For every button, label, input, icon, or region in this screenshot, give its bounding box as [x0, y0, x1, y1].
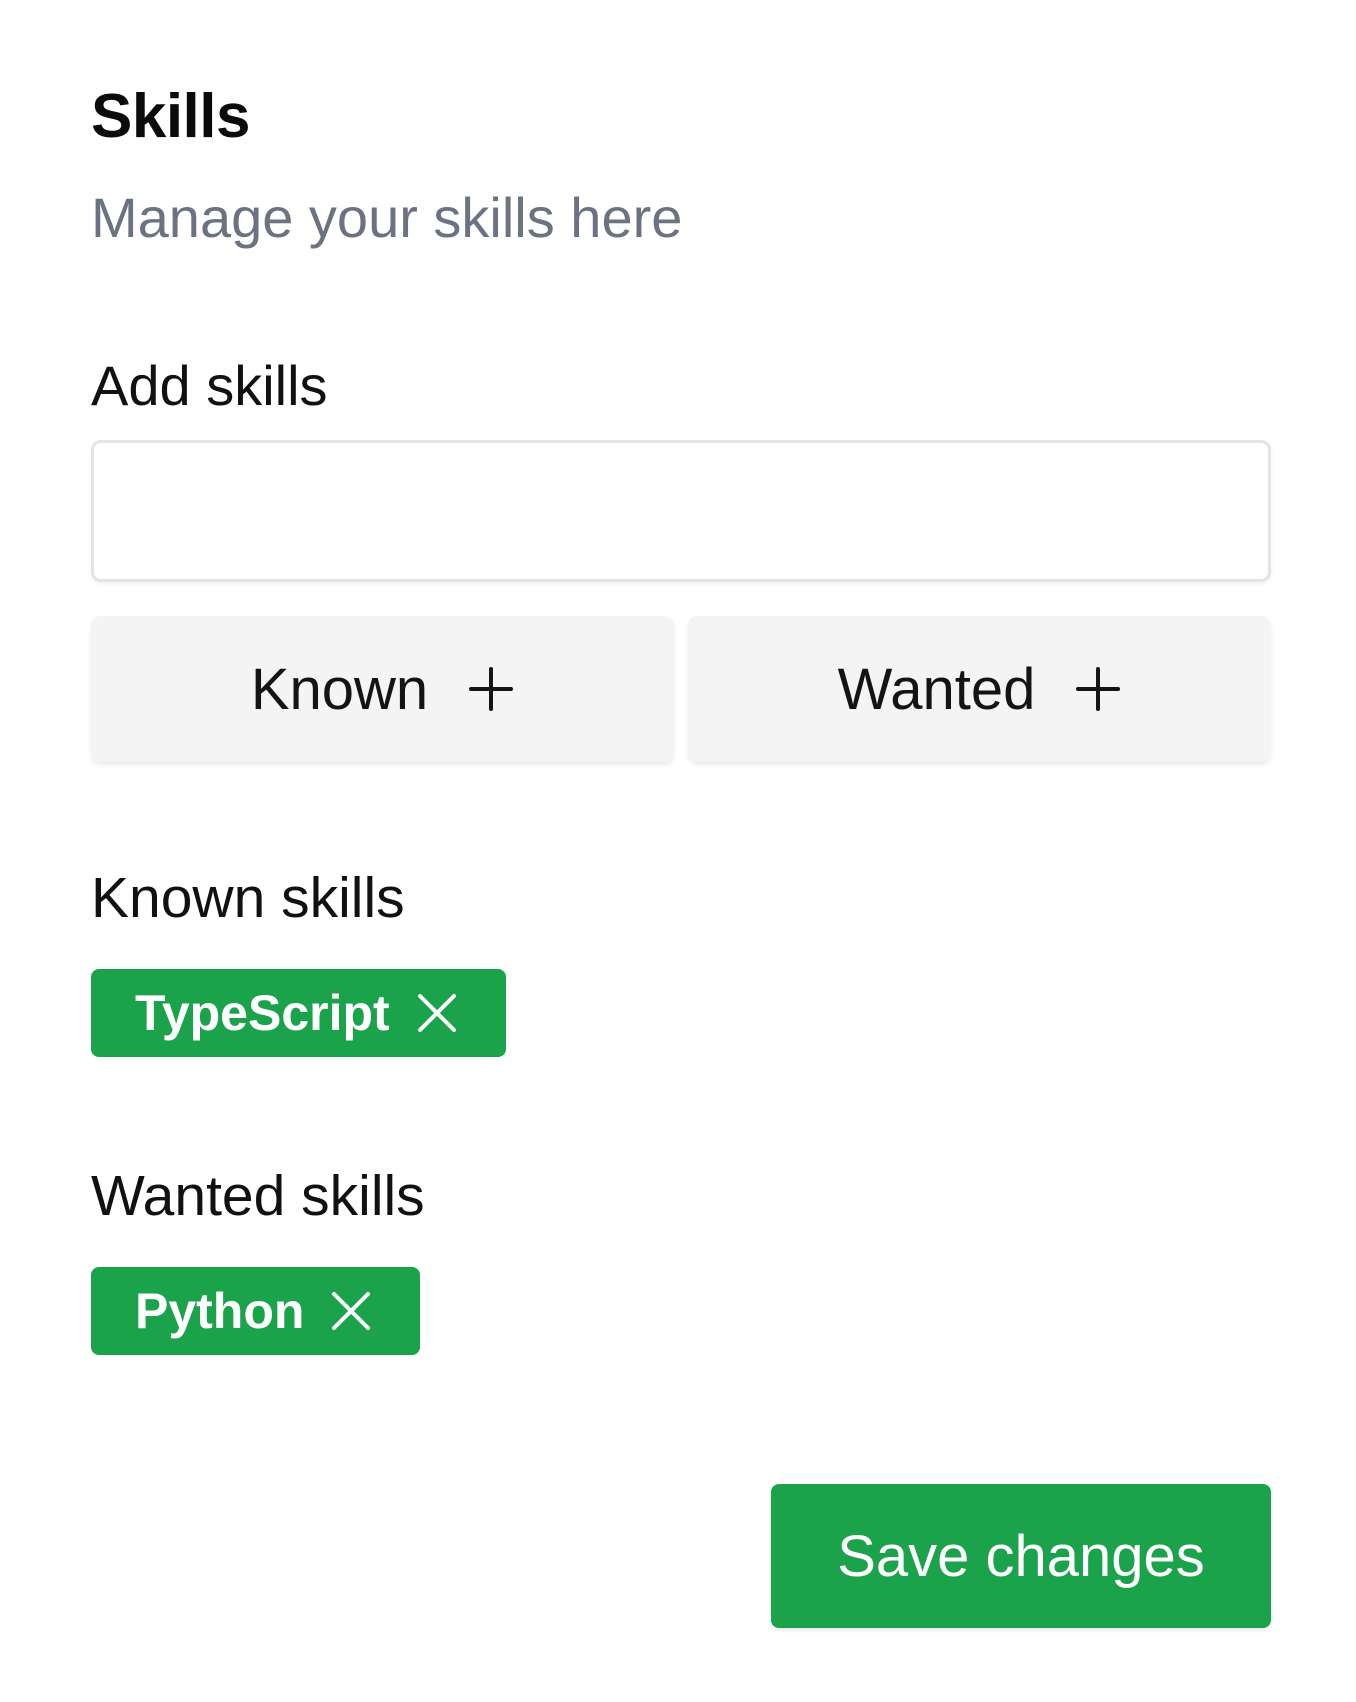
- add-wanted-button[interactable]: Wanted: [688, 616, 1271, 762]
- known-skills-heading: Known skills: [91, 866, 405, 930]
- close-icon[interactable]: [330, 1290, 372, 1332]
- add-known-button-label: Known: [250, 656, 429, 722]
- skill-tag-typescript: TypeScript: [91, 969, 506, 1057]
- plus-icon: [469, 667, 514, 711]
- skills-panel: Skills Manage your skills here Add skill…: [91, 0, 1271, 1702]
- skill-tag-label: TypeScript: [135, 985, 390, 1041]
- page-subtitle: Manage your skills here: [91, 186, 683, 249]
- page-title: Skills: [91, 82, 251, 151]
- add-skills-label: Add skills: [91, 354, 328, 417]
- close-icon[interactable]: [416, 992, 458, 1034]
- add-known-button[interactable]: Known: [91, 616, 674, 762]
- plus-icon: [1076, 667, 1121, 711]
- wanted-skills-heading: Wanted skills: [91, 1164, 425, 1228]
- add-skills-input[interactable]: [91, 440, 1271, 582]
- skill-tag-python: Python: [91, 1267, 421, 1355]
- add-wanted-button-label: Wanted: [837, 656, 1036, 722]
- save-changes-button[interactable]: Save changes: [771, 1484, 1271, 1628]
- skill-tag-label: Python: [135, 1283, 305, 1339]
